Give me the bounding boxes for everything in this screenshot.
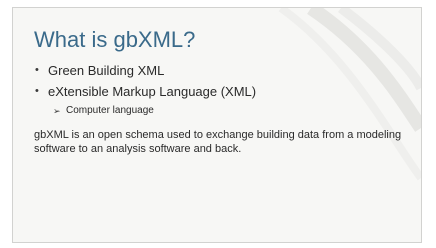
- sub-bullet-text: Computer language: [66, 105, 154, 116]
- sub-bullet-list: ➢ Computer language: [53, 104, 154, 118]
- list-item: • Green Building XML: [35, 62, 256, 79]
- arrow-bullet-icon: ➢: [53, 106, 61, 116]
- bullet-dot-icon: •: [35, 85, 39, 97]
- list-item: • eXtensible Markup Language (XML): [35, 83, 256, 100]
- slide: What is gbXML? • Green Building XML • eX…: [12, 7, 422, 243]
- slide-title: What is gbXML?: [34, 27, 196, 52]
- bullet-list: • Green Building XML • eXtensible Markup…: [35, 62, 256, 104]
- bullet-text: Green Building XML: [48, 63, 165, 78]
- bullet-dot-icon: •: [35, 64, 39, 76]
- bullet-text: eXtensible Markup Language (XML): [48, 84, 257, 99]
- list-item: ➢ Computer language: [53, 104, 154, 118]
- description-paragraph: gbXML is an open schema used to exchange…: [34, 129, 402, 155]
- decorative-swirl-graphic: [278, 8, 421, 181]
